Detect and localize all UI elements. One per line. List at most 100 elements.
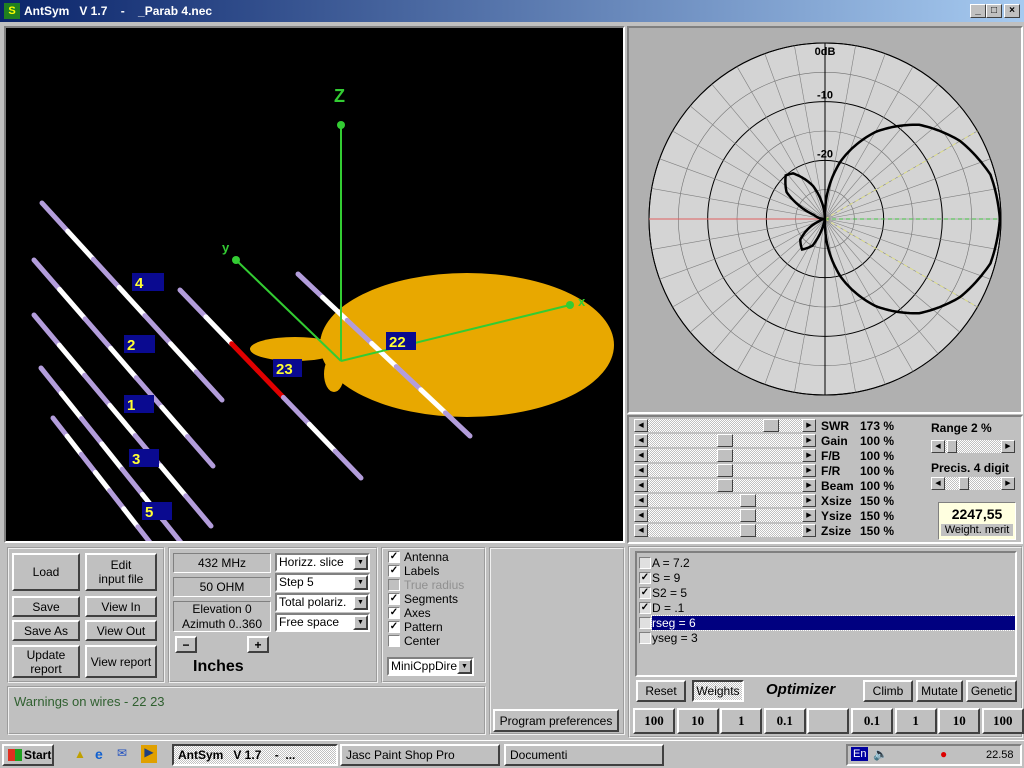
variable-item[interactable]: ✓ S = 9 [639,570,1015,585]
arrow-left-icon[interactable]: ◀ [634,449,648,462]
quicklaunch-outlook-icon[interactable]: ✉ [117,746,127,760]
engine-dropdown[interactable]: MiniCppDirect ▼ [387,657,474,676]
step-button-3[interactable]: 0.1 [763,708,806,734]
update-report-button[interactable]: Update report [12,645,80,678]
arrow-right-icon[interactable]: ▶ [802,449,816,462]
slider-thumb[interactable] [717,464,733,477]
checkbox-labels[interactable]: ✓ Labels [388,564,439,578]
checkbox-box[interactable]: ✓ [388,565,400,577]
variable-checkbox[interactable] [639,616,651,629]
arrow-left-icon[interactable]: ◀ [634,434,648,447]
arrow-right-icon[interactable]: ▶ [802,509,816,522]
step-button-5[interactable]: 0.1 [851,708,893,734]
decrease-button[interactable]: − [175,636,197,653]
variable-item[interactable]: rseg = 6 [639,614,1016,631]
checkbox-antenna[interactable]: ✓ Antenna [388,550,449,564]
quicklaunch-ie-icon[interactable]: e [95,746,103,762]
view-out-button[interactable]: View Out [85,620,157,641]
weight-slider-swr[interactable]: ◀ ▶ [634,419,816,432]
save-button[interactable]: Save [12,596,80,617]
slider-thumb[interactable] [959,477,969,490]
variable-checkbox[interactable] [639,631,651,644]
slider-thumb[interactable] [740,509,757,522]
arrow-right-icon[interactable]: ▶ [802,479,816,492]
option-dropdown-3[interactable]: Free space ▼ [275,613,370,632]
quicklaunch-media-icon[interactable]: ▶ [141,745,157,763]
arrow-left-icon[interactable]: ◀ [634,494,648,507]
arrow-left-icon[interactable]: ◀ [634,524,648,537]
checkbox-box[interactable] [388,635,400,647]
weight-slider-fr[interactable]: ◀ ▶ [634,464,816,477]
weight-slider-fb[interactable]: ◀ ▶ [634,449,816,462]
program-preferences-button[interactable]: Program preferences [493,709,619,732]
arrow-left-icon[interactable]: ◀ [634,419,648,432]
variable-checkbox[interactable]: ✓ [639,586,651,599]
range-slider[interactable]: ◀ ▶ [931,440,1015,453]
arrow-right-icon[interactable]: ▶ [802,434,816,447]
slider-thumb[interactable] [740,494,757,507]
step-button-2[interactable]: 1 [720,708,763,734]
weight-slider-zsize[interactable]: ◀ ▶ [634,524,816,537]
checkbox-box[interactable]: ✓ [388,621,400,633]
variable-checkbox[interactable]: ✓ [639,601,651,614]
checkbox-box[interactable]: ✓ [388,593,400,605]
antivirus-icon[interactable]: ● [940,747,947,761]
quicklaunch-acrobat-icon[interactable]: ▲ [74,747,86,761]
checkbox-pattern[interactable]: ✓ Pattern [388,620,443,634]
variable-item[interactable]: yseg = 3 [639,630,1015,645]
task-documenti[interactable]: Documenti [504,744,664,766]
variable-item[interactable]: ✓ S2 = 5 [639,585,1015,600]
arrow-right-icon[interactable]: ▶ [1001,477,1015,490]
volume-icon[interactable]: 🔈 [873,747,888,761]
checkbox-segments[interactable]: ✓ Segments [388,592,458,606]
option-dropdown-1[interactable]: Step 5 ▼ [275,573,370,592]
maximize-button[interactable]: □ [986,4,1002,18]
arrow-left-icon[interactable]: ◀ [634,509,648,522]
checkbox-box[interactable]: ✓ [388,607,400,619]
weight-slider-gain[interactable]: ◀ ▶ [634,434,816,447]
step-button-6[interactable]: 1 [894,708,937,734]
variable-checkbox[interactable]: ✓ [639,571,651,584]
mutate-button[interactable]: Mutate [916,680,963,702]
arrow-right-icon[interactable]: ▶ [802,494,816,507]
step-button-7[interactable]: 10 [938,708,981,734]
task-paint-shop-pro[interactable]: Jasc Paint Shop Pro [340,744,500,766]
precision-slider[interactable]: ◀ ▶ [931,477,1015,490]
option-dropdown-0[interactable]: Horizz. slice ▼ [275,553,370,572]
option-dropdown-2[interactable]: Total polariz. ▼ [275,593,370,612]
arrow-right-icon[interactable]: ▶ [802,524,816,537]
checkbox-box[interactable]: ✓ [388,551,400,563]
view-in-button[interactable]: View In [85,596,157,617]
arrow-right-icon[interactable]: ▶ [802,419,816,432]
language-indicator[interactable]: En [851,747,869,761]
genetic-button[interactable]: Genetic [966,680,1017,702]
variables-list[interactable]: A = 7.2 ✓ S = 9 ✓ S2 = 5 ✓ D = .1 rseg = 6 yseg … [635,551,1017,677]
checkbox-center[interactable]: Center [388,634,440,648]
view-report-button[interactable]: View report [85,645,157,678]
checkbox-true-radius[interactable]: True radius [388,578,464,592]
slider-thumb[interactable] [740,524,757,537]
slider-thumb[interactable] [717,479,733,492]
save-as-button[interactable]: Save As [12,620,80,641]
arrow-left-icon[interactable]: ◀ [634,479,648,492]
checkbox-box[interactable] [388,579,400,591]
slider-thumb[interactable] [717,434,733,447]
variable-item[interactable]: ✓ D = .1 [639,600,1015,615]
step-button-8[interactable]: 100 [981,708,1024,734]
increase-button[interactable]: + [247,636,269,653]
edit-input-file-button[interactable]: Edit input file [85,553,157,591]
task-antsym[interactable]: AntSym V 1.7 - ... [172,744,338,766]
arrow-right-icon[interactable]: ▶ [802,464,816,477]
antenna-3d-view[interactable]: Zy x 4 2 1 3 5 23 22 [4,26,625,543]
step-button-1[interactable]: 10 [676,708,719,734]
slider-thumb[interactable] [947,440,957,453]
checkbox-axes[interactable]: ✓ Axes [388,606,431,620]
step-button-4[interactable] [807,708,850,734]
close-button[interactable]: × [1004,4,1020,18]
load-button[interactable]: Load [12,553,80,591]
step-button-0[interactable]: 100 [633,708,675,734]
weight-slider-beam[interactable]: ◀ ▶ [634,479,816,492]
variable-item[interactable]: A = 7.2 [639,555,1015,570]
start-button[interactable]: Start [2,744,54,766]
weight-slider-xsize[interactable]: ◀ ▶ [634,494,816,507]
